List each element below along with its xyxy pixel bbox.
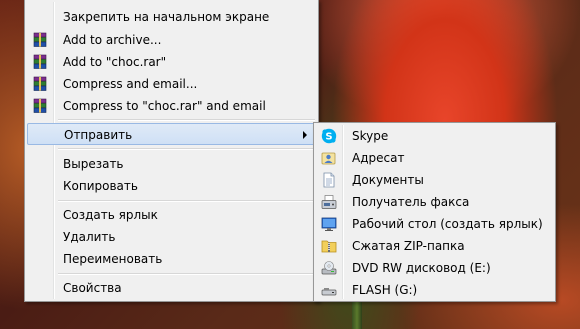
sendto-item-skype[interactable]: S Skype — [316, 125, 553, 147]
skype-icon: S — [321, 128, 337, 144]
menu-item-copy[interactable]: Копировать — [27, 175, 316, 197]
zip-folder-icon — [321, 238, 337, 254]
menu-item-label: FLASH (G:) — [352, 283, 418, 297]
sendto-item-zip-folder[interactable]: Сжатая ZIP-папка — [316, 235, 553, 257]
menu-item-cut[interactable]: Вырезать — [27, 153, 316, 175]
menu-item-label: Закрепить на начальном экране — [63, 10, 270, 24]
context-menu: Закрепить на начальном экране Add to arc… — [24, 0, 319, 302]
menu-item-label: Копировать — [63, 179, 138, 193]
sendto-item-mail-recipient[interactable]: Адресат — [316, 147, 553, 169]
menu-item-label: Создать ярлык — [63, 208, 158, 222]
menu-item-label: Skype — [352, 129, 389, 143]
menu-item-label: Удалить — [63, 230, 116, 244]
menu-item-delete[interactable]: Удалить — [27, 226, 316, 248]
menu-item-label: Получатель факса — [352, 195, 470, 209]
menu-item-label: DVD RW дисковод (E:) — [352, 261, 491, 275]
menu-item-properties[interactable]: Свойства — [27, 277, 316, 299]
menu-item-label: Адресат — [352, 151, 405, 165]
menu-item-label: Рабочий стол (создать ярлык) — [352, 217, 543, 231]
dvd-drive-icon — [321, 260, 337, 276]
menu-item-label: Переименовать — [63, 252, 163, 266]
menu-item-label: Свойства — [63, 281, 122, 295]
sendto-item-dvd-drive[interactable]: DVD RW дисковод (E:) — [316, 257, 553, 279]
menu-item-send-to[interactable]: Отправить — [27, 123, 316, 145]
winrar-icon — [32, 32, 48, 48]
sendto-item-flash-drive[interactable]: FLASH (G:) — [316, 279, 553, 301]
sendto-item-documents[interactable]: Документы — [316, 169, 553, 191]
menu-item-create-shortcut[interactable]: Создать ярлык — [27, 204, 316, 226]
menu-separator — [58, 119, 315, 121]
menu-item-label: Compress to "choc.rar" and email — [63, 99, 266, 113]
usb-drive-icon — [321, 282, 337, 298]
fax-icon — [321, 194, 337, 210]
menu-separator — [58, 148, 315, 150]
menu-item-rename[interactable]: Переименовать — [27, 248, 316, 270]
winrar-icon — [32, 54, 48, 70]
menu-item-label: Add to archive... — [63, 33, 162, 47]
menu-item-compress-to-choc-rar-and-email[interactable]: Compress to "choc.rar" and email — [27, 95, 316, 117]
menu-item-label: Compress and email... — [63, 77, 198, 91]
menu-item-add-to-archive[interactable]: Add to archive... — [27, 29, 316, 51]
desktop-icon — [321, 216, 337, 232]
menu-item-label: Документы — [352, 173, 424, 187]
svg-text:S: S — [325, 132, 332, 143]
contact-icon — [321, 150, 337, 166]
sendto-item-desktop-shortcut[interactable]: Рабочий стол (создать ярлык) — [316, 213, 553, 235]
menu-separator — [58, 200, 315, 202]
menu-item-label: Отправить — [64, 128, 133, 142]
menu-separator — [58, 273, 315, 275]
menu-item-label: Сжатая ZIP-папка — [352, 239, 465, 253]
documents-icon — [321, 172, 337, 188]
winrar-icon — [32, 76, 48, 92]
menu-item-label: Add to "choc.rar" — [63, 55, 167, 69]
menu-item-pin-to-start[interactable]: Закрепить на начальном экране — [27, 6, 316, 28]
winrar-icon — [32, 98, 48, 114]
menu-item-label: Вырезать — [63, 157, 124, 171]
submenu-arrow-icon — [303, 131, 307, 139]
sendto-item-fax-recipient[interactable]: Получатель факса — [316, 191, 553, 213]
send-to-submenu: S Skype Адресат Документы Получатель фак… — [313, 122, 556, 302]
menu-item-compress-and-email[interactable]: Compress and email... — [27, 73, 316, 95]
menu-item-add-to-choc-rar[interactable]: Add to "choc.rar" — [27, 51, 316, 73]
